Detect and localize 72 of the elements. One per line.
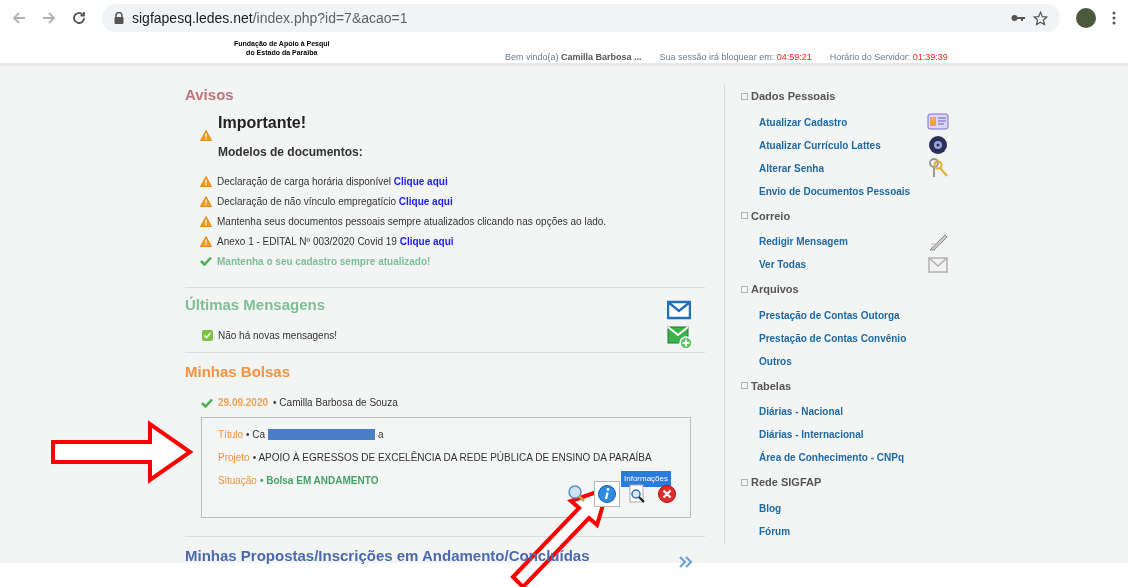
sidebar-link[interactable]: Prestação de Contas Convênio (759, 330, 907, 346)
bullet-icon (741, 478, 748, 486)
warning-icon (200, 235, 212, 247)
section-title: Minhas Bolsas (185, 361, 292, 382)
sidebar-link[interactable]: Blog (759, 500, 782, 516)
key-icon[interactable] (1011, 14, 1025, 22)
address-bar[interactable]: sigfapesq.ledes.net/index.php?id=7&acao=1 (102, 4, 1060, 32)
notice-text: Anexo 1 - EDITAL Nº 003/2020 Covid 19 Clique aqui (217, 234, 454, 249)
double-chevron-icon[interactable] (679, 555, 693, 568)
bullet-icon (741, 285, 748, 293)
sidebar-heading: Arquivos (751, 282, 799, 297)
warning-icon (200, 215, 212, 227)
bullet-icon (741, 382, 748, 390)
info-button[interactable] (594, 481, 620, 507)
sidebar-link[interactable]: Diárias - Nacional (759, 404, 843, 419)
check-mark-icon (200, 256, 212, 266)
sidebar-heading: Correio (751, 208, 791, 224)
profile-avatar[interactable] (1076, 8, 1096, 28)
notice-text: Mantenha seus documentos pessoais sempre atualizados clicando nas opções ao lado. (217, 214, 607, 229)
warning-icon (200, 130, 212, 141)
sidebar-link[interactable]: Diárias - Internacional (759, 427, 864, 442)
reload-icon[interactable] (72, 11, 86, 25)
sidebar-heading: Dados Pessoais (751, 89, 836, 104)
menu-icon[interactable] (1112, 11, 1116, 25)
sidebar-heading: Rede SIGFAP (751, 475, 822, 490)
field-value: • Ca (246, 428, 266, 442)
sidebar-link[interactable]: Prestação de Contas Outorga (759, 307, 900, 323)
sidebar-link[interactable]: Área de Conhecimento - CNPq (759, 450, 905, 465)
sidebar-link[interactable]: Envio de Documentos Pessoais (759, 183, 911, 199)
sidebar-link[interactable]: Outros (759, 353, 792, 369)
warning-icon (200, 175, 212, 187)
status-value: • Bolsa EM ANDAMENTO (259, 474, 379, 488)
session-timer: Sua sessão irá bloquear em: 04:59:21 (659, 51, 812, 64)
warning-icon (200, 195, 212, 207)
welcome-text: Bem vindo(a) Camilla Barbosa ... (505, 51, 642, 64)
scholarship-date: 29.09.2020 (218, 396, 269, 410)
section-title: Últimas Mensagens (185, 294, 327, 315)
check-mark-icon (201, 397, 213, 408)
sidebar-link[interactable]: Alterar Senha (759, 160, 825, 176)
notice-text: Declaração de carga horária disponível Clique aqui (217, 174, 448, 189)
link[interactable]: Clique aqui (399, 235, 454, 247)
sidebar-link[interactable]: Fórum (759, 523, 791, 539)
link[interactable]: Clique aqui (393, 175, 448, 187)
link[interactable]: Clique aqui (398, 195, 453, 207)
bullet-icon (741, 92, 748, 100)
sidebar-link[interactable]: Redigir Mensagem (759, 234, 848, 249)
field-label: Projeto (218, 451, 250, 465)
star-icon[interactable] (1033, 10, 1048, 26)
bullet-icon (741, 212, 748, 220)
server-time: Horário do Servidor: 01:39:39 (829, 51, 948, 64)
envelope-icon[interactable] (667, 299, 691, 320)
section-title: Avisos (185, 85, 235, 105)
empty-message: Não há novas mensagens! (218, 329, 337, 343)
new-message-icon[interactable] (667, 325, 693, 350)
field-value: a (378, 428, 384, 442)
disc-icon[interactable] (927, 134, 949, 156)
field-label: Título (218, 428, 243, 442)
sidebar-link[interactable]: Atualizar Currículo Lattes (759, 137, 881, 153)
lock-icon (114, 12, 124, 24)
notice-text: Declaração de não vínculo empregatício Clique aqui (217, 194, 453, 209)
field-label: Situação (218, 474, 257, 488)
tooltip: Informações (621, 471, 672, 487)
scholar-name: • Camilla Barbosa de Souza (273, 396, 398, 410)
subheading: Modelos de documentos: (218, 143, 363, 161)
sidebar-link[interactable]: Atualizar Cadastro (759, 114, 848, 130)
field-value: • APOIO À EGRESSOS DE EXCELÊNCIA DA REDE PÚBLICA DE ENSINO DA PARAÍBA (252, 450, 652, 465)
check-box-icon (202, 330, 213, 341)
notice-text: Mantenha o seu cadastro sempre atualizado! (217, 254, 431, 269)
important-heading: Importante! (218, 112, 307, 133)
url-text: sigfapesq.ledes.net/index.php?id=7&acao=1 (132, 8, 408, 28)
sidebar-heading: Tabelas (751, 378, 792, 394)
sidebar-link[interactable]: Ver Todas (759, 257, 807, 272)
